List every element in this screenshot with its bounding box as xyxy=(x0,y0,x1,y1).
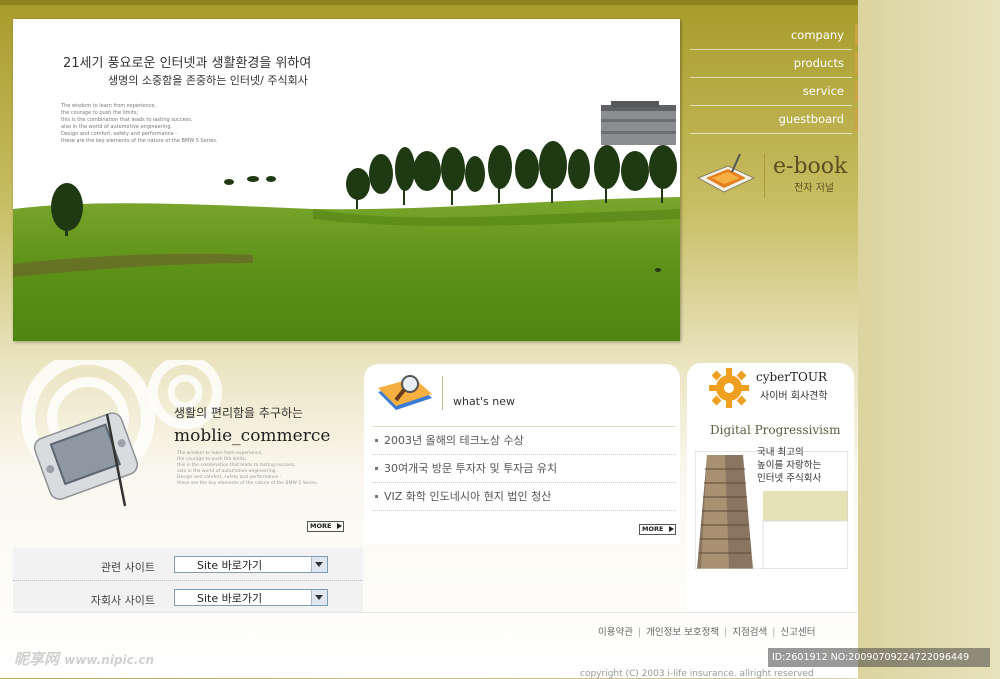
related-sites-box: 관련 사이트 Site 바로가기 자회사 사이트 Site 바로가기 xyxy=(13,548,363,612)
top-bar xyxy=(0,0,858,5)
footer-link-terms[interactable]: 이용약관 xyxy=(598,627,633,638)
chevron-down-icon[interactable] xyxy=(311,557,327,572)
mobile-commerce-section: 생활의 편리함을 추구하는 moblie_commerce The wisdom… xyxy=(13,360,363,548)
watermark-left: 昵享网 www.nipic.cn xyxy=(14,648,154,669)
footer-links: 이용약관 | 개인정보 보호정책 | 지점검색 | 신고센터 xyxy=(598,624,815,638)
subsidiary-site-label: 자회사 사이트 xyxy=(90,594,155,607)
footer-separator: | xyxy=(637,627,642,638)
footer-link-report-center[interactable]: 신고센터 xyxy=(781,627,816,638)
footer-divider xyxy=(13,612,858,613)
footer-link-branch-search[interactable]: 지점검색 xyxy=(732,627,767,638)
hero-small-line: these are the key elements of the nature… xyxy=(61,138,218,144)
whats-new-title: what's new xyxy=(453,395,516,408)
mobile-commerce-small-text: The wisdom to learn from experience, the… xyxy=(177,451,318,487)
nav-marker xyxy=(855,108,858,130)
nav-marker xyxy=(855,52,858,74)
page-shell: 21세기 풍요로운 인터넷과 생활환경을 위하여 생명의 소중함을 존중하는 인… xyxy=(0,0,858,679)
nav-item-company[interactable]: company xyxy=(690,22,858,50)
main-nav: company products service guestboard xyxy=(690,22,858,134)
hero-small-line: this is the combination that leads to la… xyxy=(61,117,193,123)
nav-marker xyxy=(855,24,858,46)
ebook-title: e-book xyxy=(773,154,848,179)
ebook-banner[interactable]: e-book 전자 저널 xyxy=(694,148,854,204)
mobile-commerce-subtitle: 생활의 편리함을 추구하는 xyxy=(174,406,304,420)
related-site-select-value: Site 바로가기 xyxy=(197,559,263,572)
related-site-row: 관련 사이트 Site 바로가기 xyxy=(13,548,363,579)
ebook-divider xyxy=(764,154,765,198)
footer-separator: | xyxy=(724,627,728,638)
subsidiary-site-row: 자회사 사이트 Site 바로가기 xyxy=(13,580,363,612)
whats-new-more-button[interactable]: MORE xyxy=(639,524,676,535)
gear-icon xyxy=(709,368,749,408)
nav-item-label: company xyxy=(790,28,844,42)
mc-small-line: these are the key elements of the nature… xyxy=(177,481,318,486)
nav-item-guestboard[interactable]: guestboard xyxy=(690,106,858,134)
cyber-tour-description: 국내 최고의 높이를 자랑하는 인터넷 주식회사 xyxy=(757,446,821,485)
cyber-tour-section: cyberTOUR 사이버 회사견학 Digital Progressivism xyxy=(687,363,856,613)
hero-banner: 21세기 풍요로운 인터넷과 생활환경을 위하여 생명의 소중함을 존중하는 인… xyxy=(13,19,680,341)
related-site-label: 관련 사이트 xyxy=(100,561,155,574)
footer-separator: | xyxy=(772,627,776,638)
cyber-tour-desc-line: 인터넷 주식회사 xyxy=(757,473,822,484)
hero-headline: 21세기 풍요로운 인터넷과 생활환경을 위하여 xyxy=(63,56,312,71)
hero-small-line: also in the world of automotive engineer… xyxy=(61,124,173,130)
subsidiary-site-select-value: Site 바로가기 xyxy=(197,592,263,605)
nav-item-products[interactable]: products xyxy=(690,50,858,78)
nav-marker xyxy=(855,80,858,102)
whats-new-section: what's new 2003년 올해의 테크노상 수상 30여개국 방문 투자… xyxy=(364,364,680,549)
watermark-left-url: www.nipic.cn xyxy=(64,653,154,667)
mobile-commerce-title: moblie_commerce xyxy=(174,426,331,446)
ebook-icon xyxy=(696,153,756,193)
ebook-subtitle: 전자 저널 xyxy=(794,183,834,194)
watermark-left-text: 昵享网 xyxy=(14,650,60,668)
nav-item-label: service xyxy=(802,84,844,98)
hero-subline: 생명의 소중함을 존중하는 인터넷/ 주식회사 xyxy=(108,74,308,87)
hero-small-text: The wisdom to learn from experience, the… xyxy=(61,103,261,145)
tower-building xyxy=(601,101,676,145)
cyber-tour-tagline: Digital Progressivism xyxy=(710,423,841,437)
whats-new-list: 2003년 올해의 테크노상 수상 30여개국 방문 투자자 및 투자금 유치 … xyxy=(372,426,676,511)
whats-new-divider xyxy=(442,376,443,410)
magnifier-folder-icon xyxy=(378,375,432,410)
hero-small-line: the courage to push the limits; xyxy=(61,110,139,116)
nav-item-label: products xyxy=(793,56,844,70)
nav-item-label: guestboard xyxy=(778,112,844,126)
cyber-tour-desc-line: 높이를 자랑하는 xyxy=(757,460,822,471)
nav-item-service[interactable]: service xyxy=(690,78,858,106)
watermark-right: ID:2601912 NO:20090709224722096449 xyxy=(768,648,990,667)
related-site-select[interactable]: Site 바로가기 xyxy=(174,556,328,573)
news-item[interactable]: VIZ 화학 인도네시아 현지 법인 청산 xyxy=(372,483,676,511)
cyber-tour-subtitle: 사이버 회사견학 xyxy=(760,391,828,402)
footer-link-privacy[interactable]: 개인정보 보호정책 xyxy=(646,627,719,638)
hero-small-line: The wisdom to learn from experience, xyxy=(61,103,157,109)
hero-small-line: Design and comfort, safety and performan… xyxy=(61,131,177,137)
chevron-down-icon[interactable] xyxy=(311,590,327,605)
mobile-commerce-more-button[interactable]: MORE xyxy=(307,521,344,532)
news-item[interactable]: 30여개국 방문 투자자 및 투자금 유치 xyxy=(372,455,676,483)
subsidiary-site-select[interactable]: Site 바로가기 xyxy=(174,589,328,606)
pda-icon xyxy=(33,412,139,507)
cyber-tour-desc-line: 국내 최고의 xyxy=(757,447,804,458)
news-item[interactable]: 2003년 올해의 테크노상 수상 xyxy=(372,426,676,455)
cyber-tour-title: cyberTOUR xyxy=(756,370,828,384)
